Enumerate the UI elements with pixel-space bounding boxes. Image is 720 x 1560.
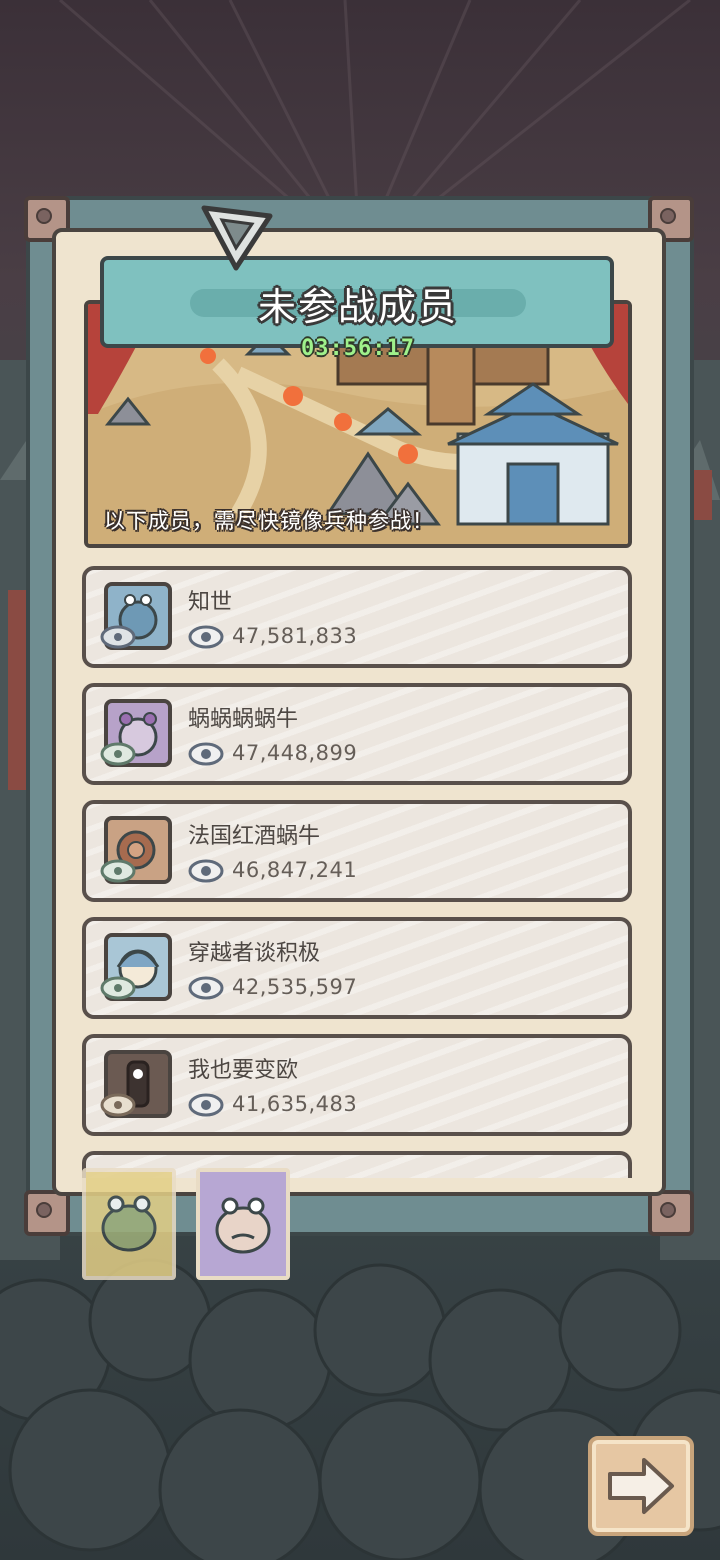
member-name: 我也要变欧 — [188, 1058, 299, 1083]
member-card[interactable]: 蜗蜗蜗蜗牛 47,448,899 — [82, 683, 632, 785]
eye-badge-icon — [100, 976, 136, 1000]
next-button[interactable] — [588, 1436, 694, 1536]
member-name: 穿越者谈积极 — [188, 941, 321, 966]
eye-icon — [188, 859, 224, 883]
member-card[interactable]: 穿越者谈积极 42,535,597 — [82, 917, 632, 1019]
eye-badge-icon — [100, 1093, 136, 1117]
eye-icon — [188, 1093, 224, 1117]
frame-corner-bottom-left — [24, 1190, 70, 1236]
countdown-timer: 03:56:17 — [301, 336, 415, 361]
member-card[interactable]: 我也要变欧 41,635,483 — [82, 1034, 632, 1136]
eye-icon — [188, 742, 224, 766]
purple-snail-tab-icon — [215, 1197, 271, 1254]
eye-badge-icon — [100, 742, 136, 766]
page-title: 未参战成员 — [257, 285, 458, 329]
arrow-right-icon — [608, 1458, 674, 1514]
member-card[interactable]: 法国红酒蜗牛 46,847,241 — [82, 800, 632, 902]
member-views: 47,581,833 — [232, 624, 358, 648]
tab-purple-snail[interactable] — [196, 1168, 290, 1280]
yellow-snail-tab-icon — [101, 1195, 157, 1252]
eye-icon — [188, 976, 224, 1000]
member-list[interactable]: 知世 47,581,833 蜗蜗蜗蜗牛 47,448,899 法国红酒蜗牛 46… — [82, 566, 634, 1178]
member-card[interactable]: 知世 47,581,833 — [82, 566, 632, 668]
tab-yellow-snail[interactable] — [82, 1168, 176, 1280]
member-name: 知世 — [188, 590, 233, 615]
scene-caption: 以下成员，需尽快镜像兵种参战！ — [104, 509, 434, 533]
eye-badge-icon — [100, 625, 136, 649]
member-name: 法国红酒蜗牛 — [188, 824, 321, 849]
member-views: 42,535,597 — [232, 975, 358, 999]
member-views: 41,635,483 — [232, 1092, 358, 1116]
frame-corner-bottom-right — [648, 1190, 694, 1236]
member-name: 蜗蜗蜗蜗牛 — [188, 707, 299, 732]
member-views: 47,448,899 — [232, 741, 358, 765]
eye-icon — [188, 625, 224, 649]
eye-badge-icon — [100, 859, 136, 883]
member-views: 46,847,241 — [232, 858, 358, 882]
triangle-emblem-icon — [201, 205, 273, 271]
